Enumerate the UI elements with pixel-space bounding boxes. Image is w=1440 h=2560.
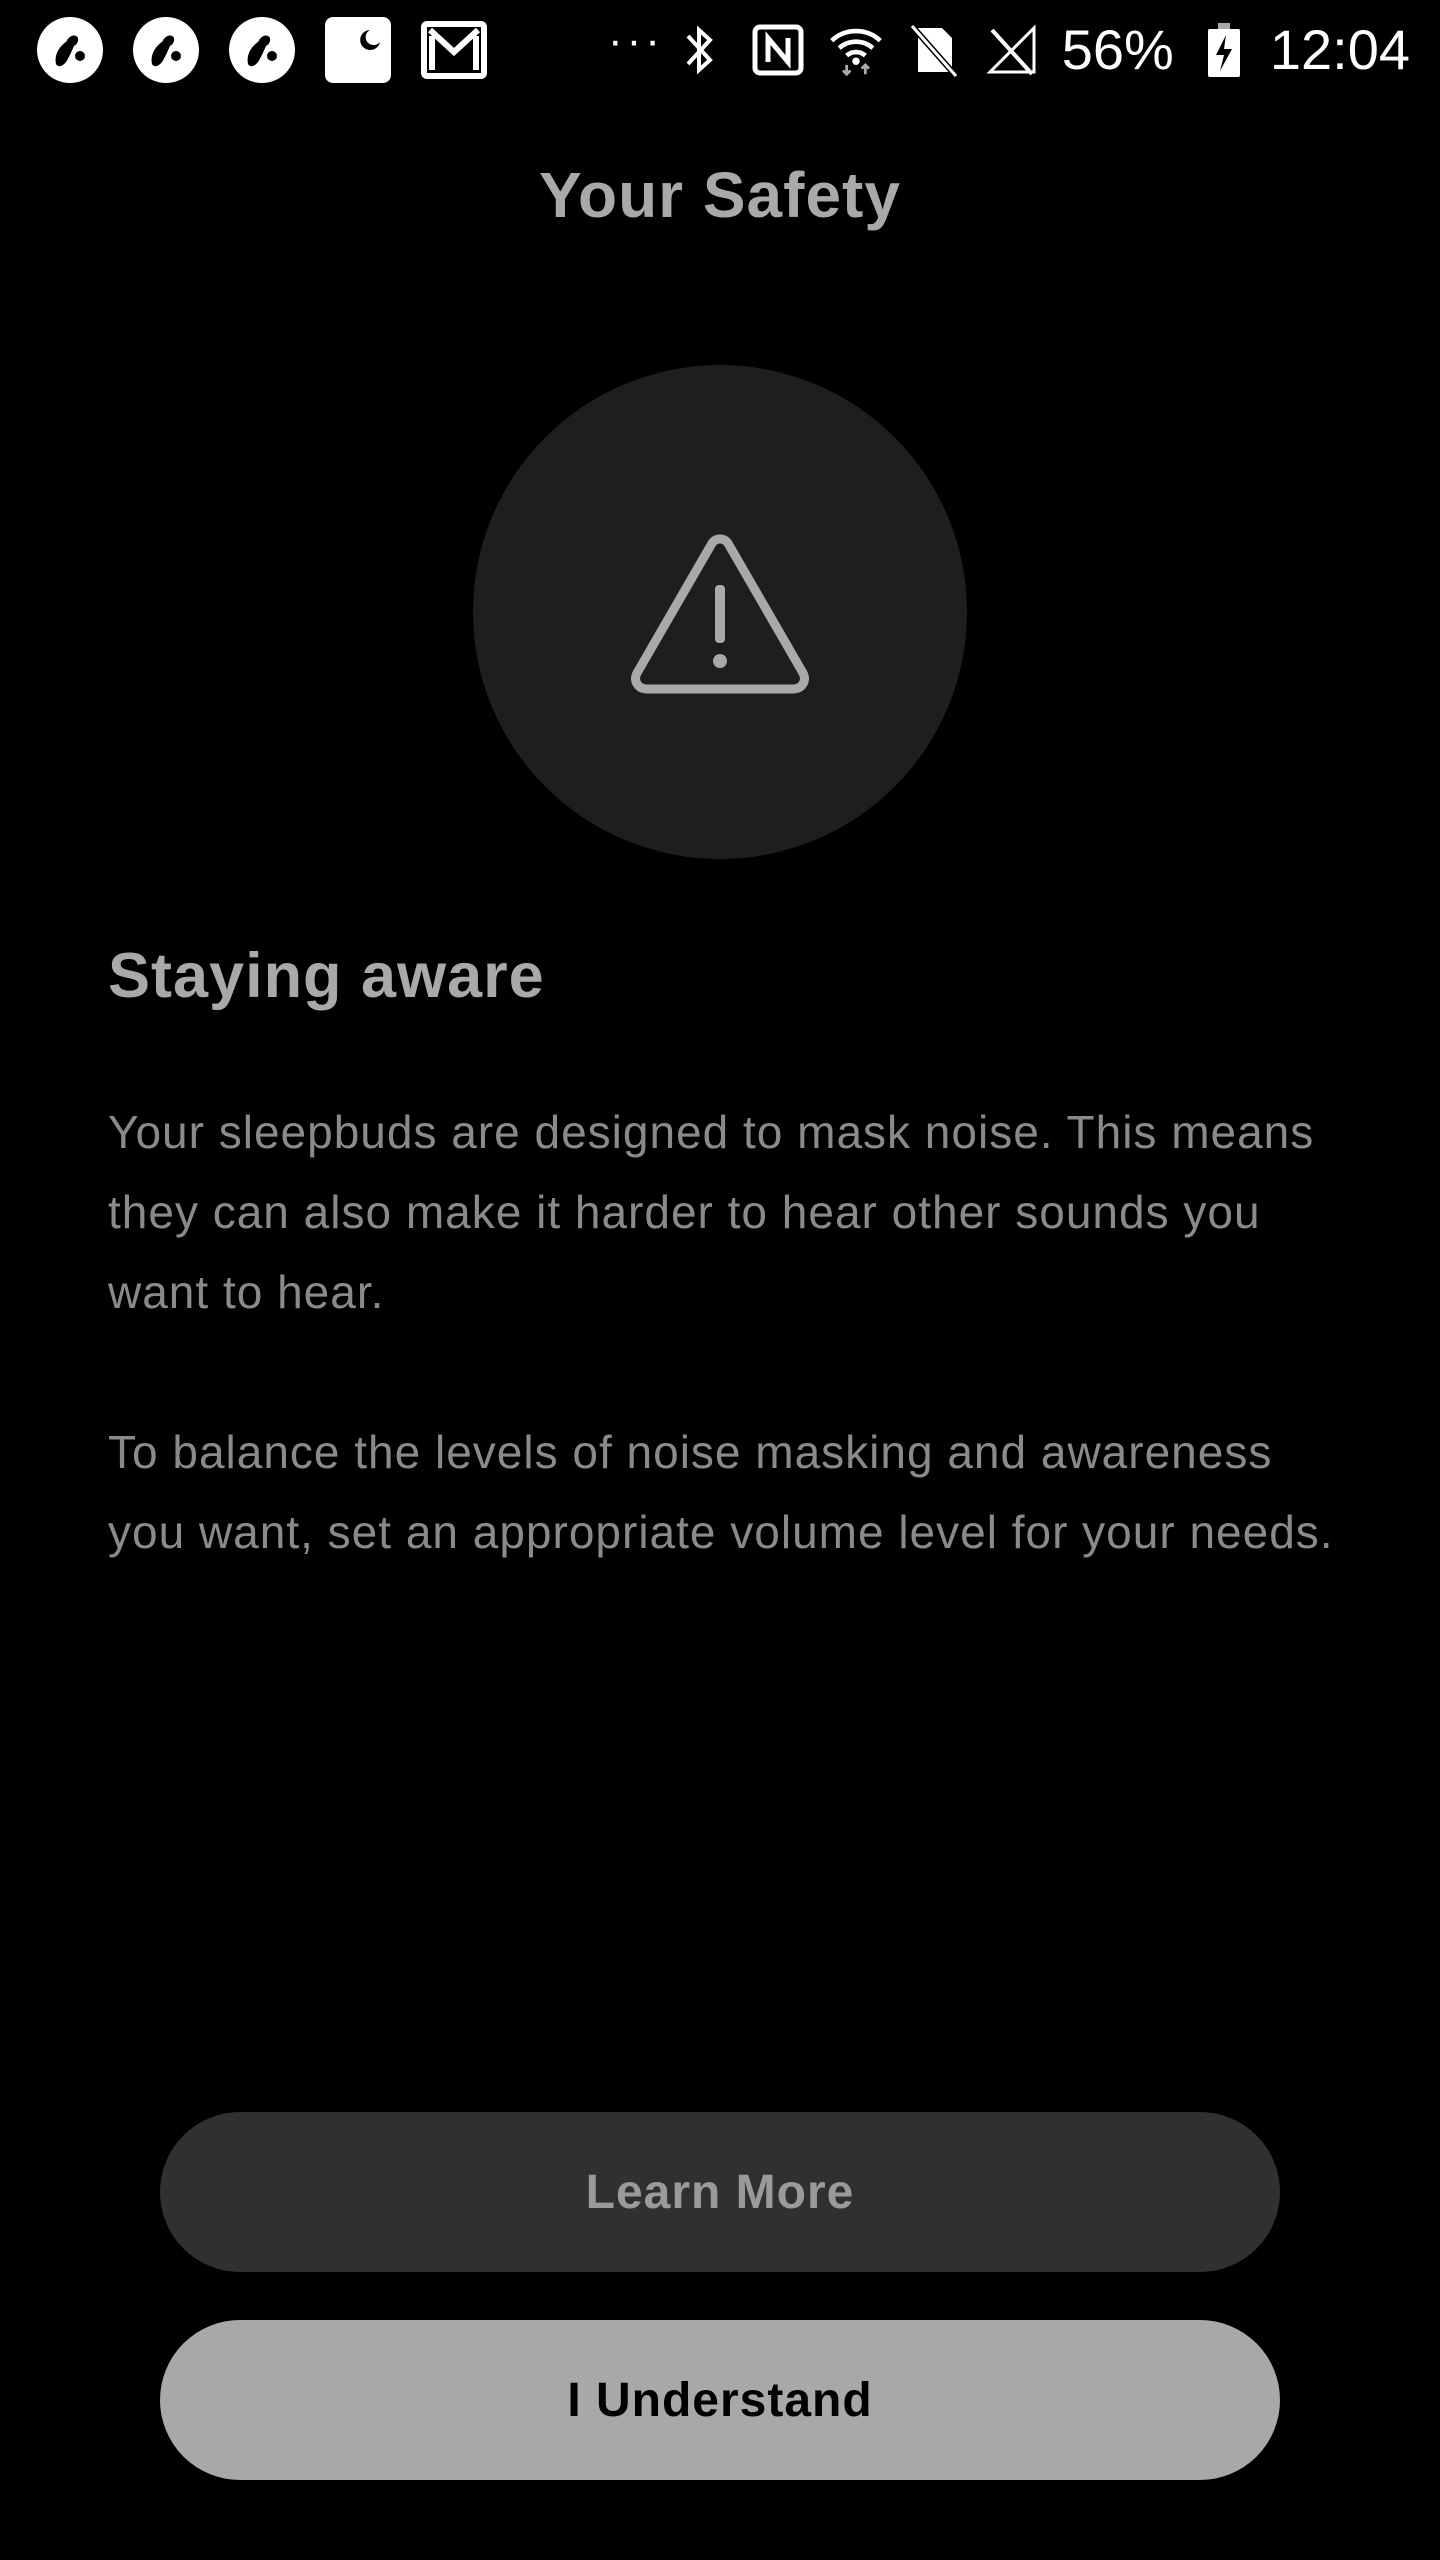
status-bar: ··· 56% 12:04 (0, 0, 1440, 100)
battery-charging-icon (1196, 22, 1252, 78)
page-title: Your Safety (539, 159, 901, 231)
sleepbuds-app-icon (36, 16, 104, 84)
sleepbuds-app-icon (132, 16, 200, 84)
nfc-icon (750, 22, 806, 78)
warning-hero (473, 365, 967, 859)
system-status-area: 56% 12:04 (650, 0, 1410, 100)
section-heading: Staying aware (108, 941, 545, 1011)
i-understand-button[interactable]: I Understand (160, 2320, 1280, 2480)
notification-area: ··· (36, 0, 664, 100)
wifi-icon (828, 22, 884, 78)
sleepbuds-app-icon (228, 16, 296, 84)
no-sim-icon (906, 22, 962, 78)
clock: 12:04 (1269, 18, 1410, 81)
learn-more-button[interactable]: Learn More (160, 2112, 1280, 2272)
warning-triangle-icon (631, 534, 809, 694)
bluetooth-icon (672, 22, 728, 78)
body-paragraph-2: To balance the levels of noise masking a… (108, 1426, 1334, 1558)
battery-percent: 56% (1061, 18, 1174, 81)
do-not-disturb-moon-icon (324, 16, 392, 84)
gmail-icon (420, 16, 488, 84)
body-paragraph-1: Your sleepbuds are designed to mask nois… (108, 1106, 1315, 1318)
cell-signal-icon (984, 22, 1040, 78)
